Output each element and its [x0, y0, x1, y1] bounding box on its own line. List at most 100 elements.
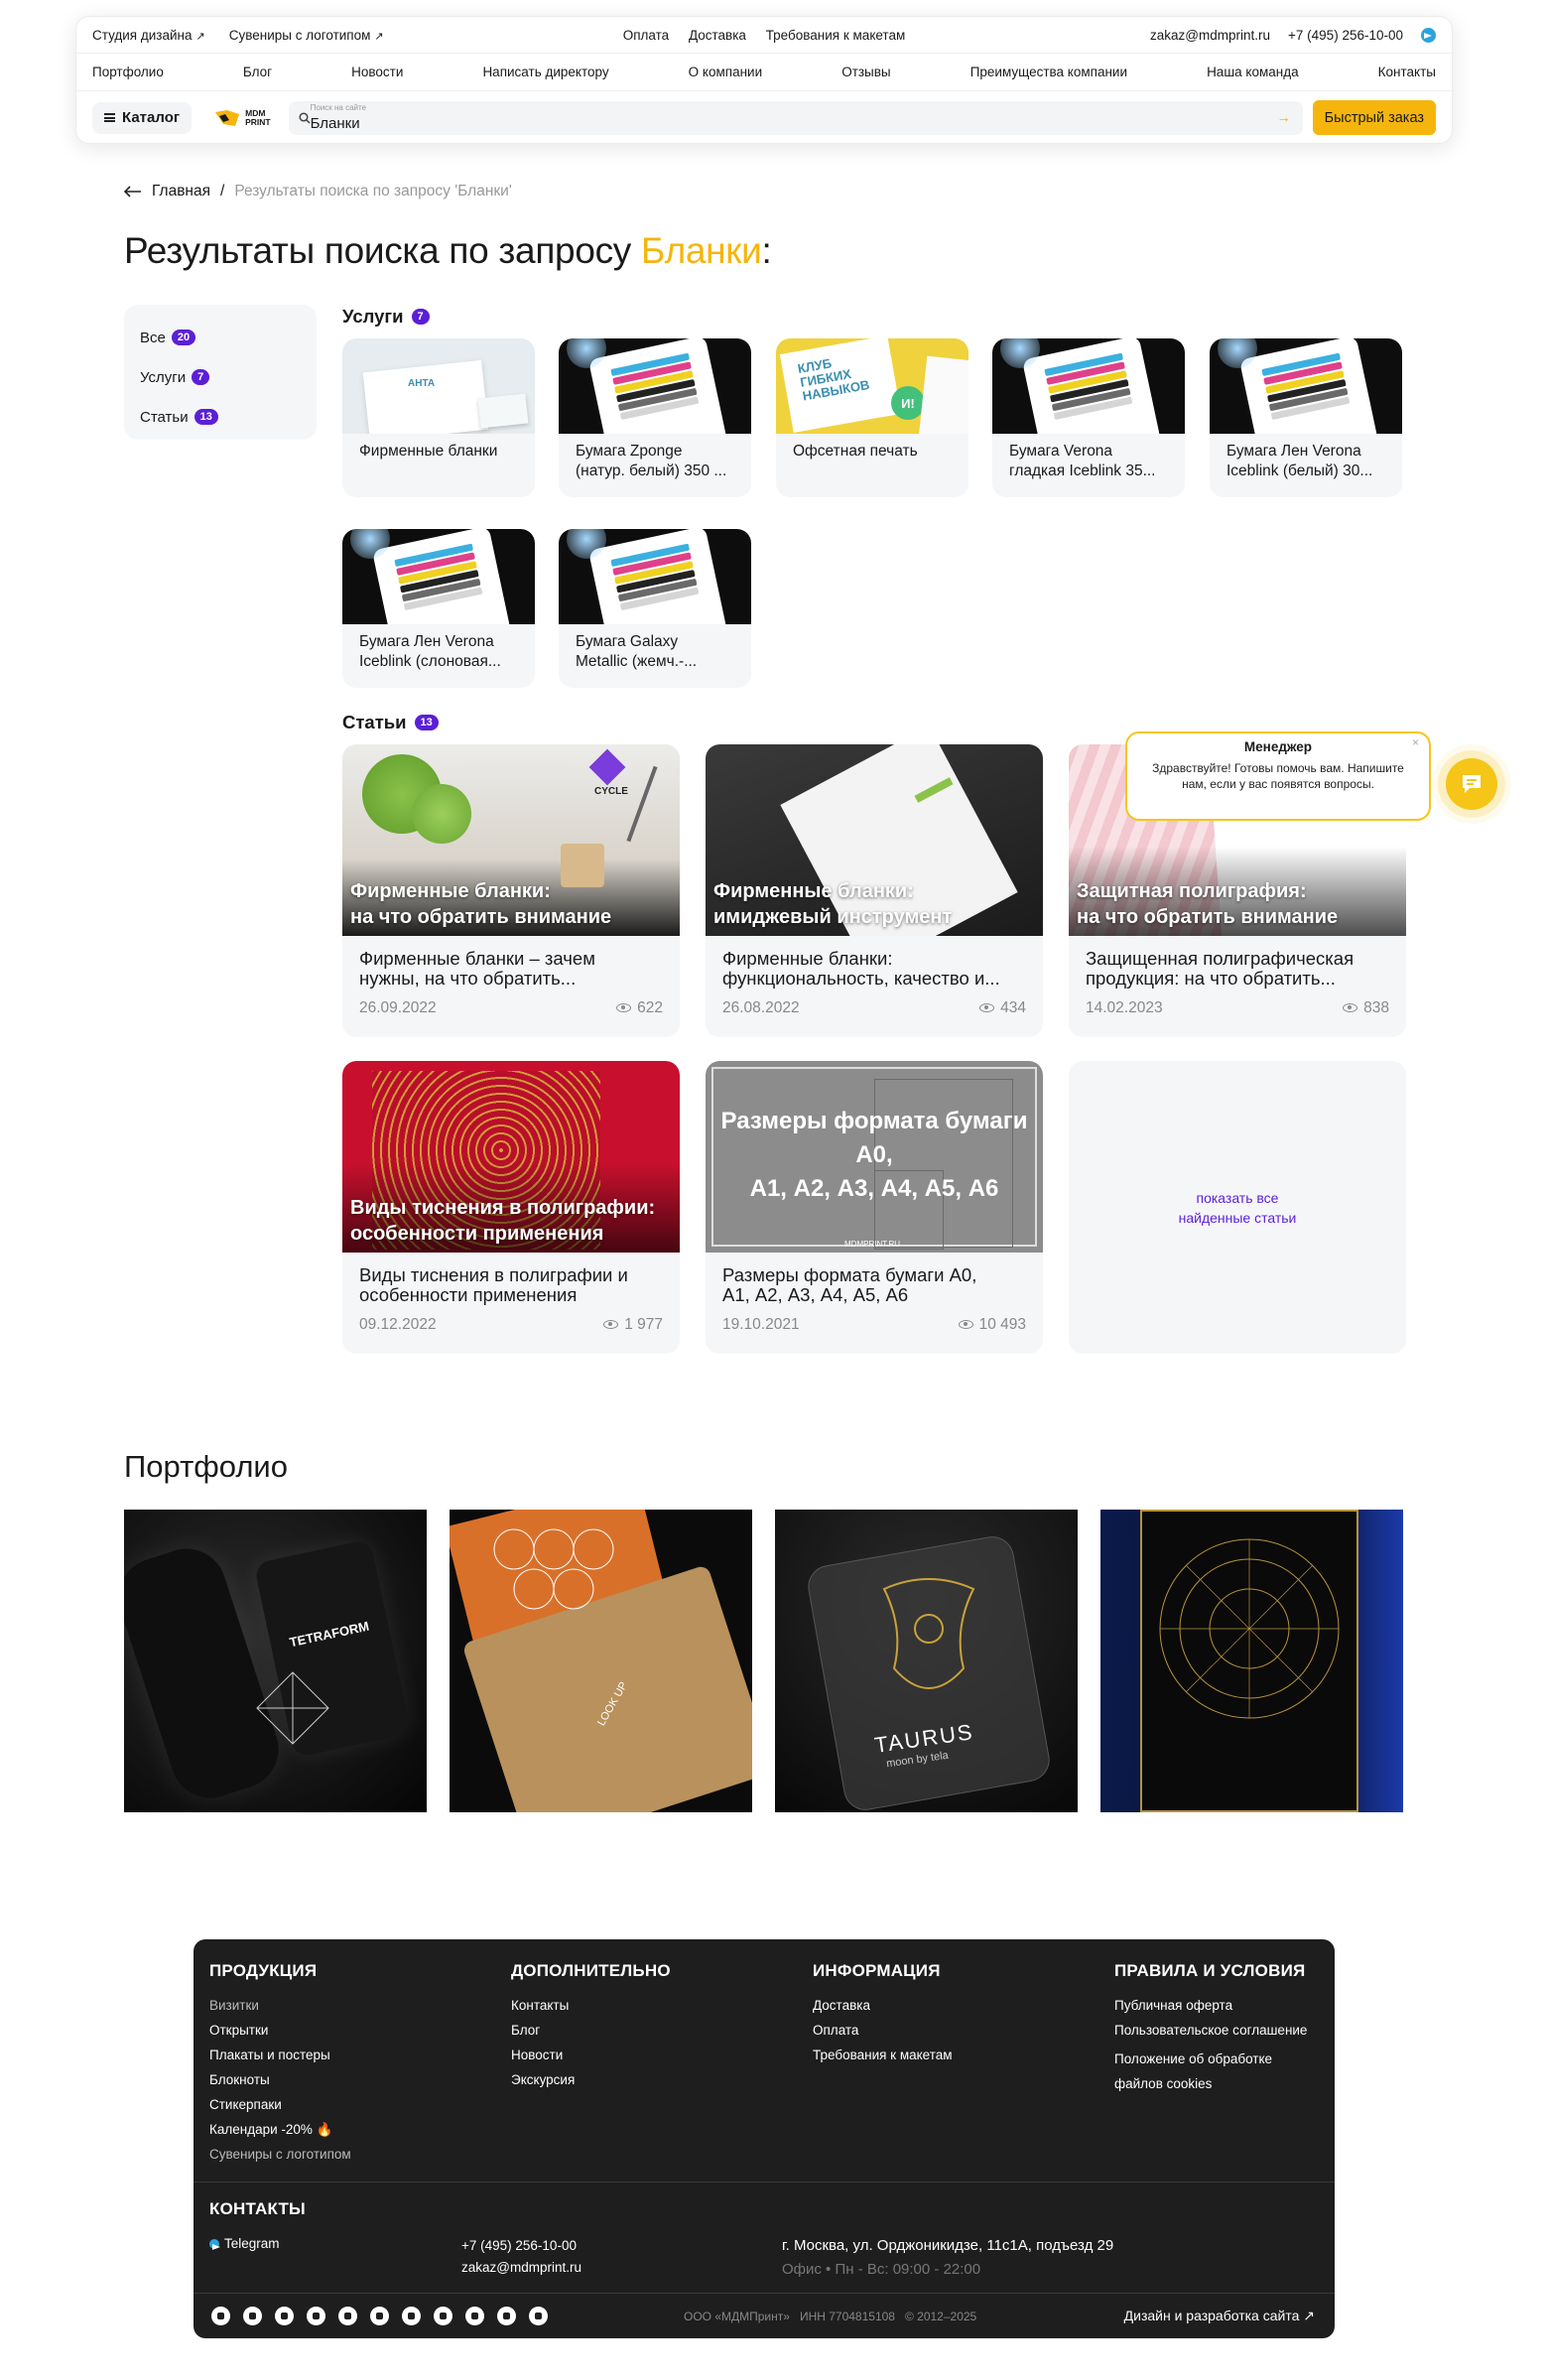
footer-link[interactable]: Экскурсия — [511, 2067, 671, 2092]
service-title: Бумага Verona гладкая Iceblink 35... — [1009, 443, 1156, 479]
nav-blog[interactable]: Блог — [243, 65, 272, 79]
service-card[interactable]: Бумага Лен Verona Iceblink (слоновая... — [342, 529, 535, 688]
footer-link[interactable]: Календари -20% 🔥 — [209, 2117, 351, 2142]
breadcrumb-home[interactable]: Главная — [152, 183, 210, 200]
eye-icon — [958, 1320, 973, 1330]
search-value[interactable]: Бланки — [311, 115, 360, 132]
footer-phone[interactable]: +7 (495) 256-10-00 — [461, 2235, 581, 2257]
telegram-icon[interactable] — [1421, 27, 1436, 43]
footer-link[interactable]: Доставка — [813, 1993, 953, 2018]
article-card[interactable]: Виды тиснения в полиграфии: особенности п… — [342, 1061, 680, 1354]
chat-button[interactable] — [1446, 758, 1497, 810]
search-input[interactable]: Поиск на сайте Бланки → — [288, 100, 1303, 135]
service-title: Офсетная печать — [793, 443, 918, 460]
developer-link[interactable]: Дизайн и разработка сайта ↗ — [1124, 2308, 1315, 2324]
social-links — [211, 2307, 548, 2325]
footer-phone-email: +7 (495) 256-10-00 zakaz@mdmprint.ru — [461, 2235, 581, 2279]
footer-link[interactable]: Положение об обработке файлов cookies — [1114, 2047, 1307, 2096]
search-submit-icon[interactable]: → — [1277, 109, 1291, 125]
footer-email[interactable]: zakaz@mdmprint.ru — [461, 2257, 581, 2279]
service-card[interactable]: Бумага Zponge (натур. белый) 350 ... — [559, 338, 751, 497]
article-views: 1 977 — [603, 1316, 663, 1334]
catalog-button[interactable]: Каталог — [92, 101, 193, 134]
article-date: 14.02.2023 — [1086, 999, 1163, 1016]
footer-link[interactable]: Визитки — [209, 1993, 351, 2018]
tiktok-icon[interactable] — [434, 2307, 452, 2325]
footer-contacts: Контакты Telegram — [209, 2199, 306, 2256]
header-top-row: Студия дизайна ↗ Сувениры с логотипом ↗ Оп… — [76, 17, 1452, 54]
behance-icon[interactable] — [465, 2307, 484, 2325]
eye-icon — [603, 1320, 619, 1330]
article-card[interactable]: Фирменные бланки: имиджевый инструмент Фи… — [706, 744, 1043, 1037]
delivery-link[interactable]: Доставка — [689, 28, 746, 43]
article-card[interactable]: Размеры формата бумаги А0, А1, А2, А3, А4… — [706, 1061, 1043, 1354]
portfolio-item[interactable]: TAURUS moon by tela — [775, 1510, 1078, 1812]
breadcrumb: Главная / Результаты поиска по запросу '… — [124, 183, 512, 200]
service-card[interactable]: Бумага Galaxy Metallic (жемч.-... — [559, 529, 751, 688]
nav-news[interactable]: Новости — [351, 65, 403, 79]
filter-all[interactable]: Все 20 — [140, 318, 301, 357]
eye-icon — [979, 1003, 995, 1013]
service-title: Фирменные бланки — [359, 443, 498, 460]
portfolio-item[interactable]: TETRAFORM — [124, 1510, 427, 1812]
nav-about[interactable]: О компании — [689, 65, 762, 79]
footer-link[interactable]: Оплата — [813, 2018, 953, 2043]
souvenirs-link[interactable]: Сувениры с логотипом ↗ — [229, 28, 384, 43]
footer-link[interactable]: Публичная оферта — [1114, 1993, 1307, 2018]
service-card[interactable]: КЛУБ ГИБКИХ НАВЫКОВ И! Офсетная печать — [776, 338, 968, 497]
telegram-social-icon[interactable] — [211, 2307, 230, 2325]
design-studio-link[interactable]: Студия дизайна ↗ — [92, 28, 205, 43]
rutube-icon[interactable] — [338, 2307, 357, 2325]
dzen-icon[interactable] — [370, 2307, 389, 2325]
phone-link[interactable]: +7 (495) 256-10-00 — [1288, 28, 1403, 43]
footer-link[interactable]: Стикерпаки — [209, 2092, 351, 2117]
nav-team[interactable]: Наша команда — [1207, 65, 1299, 79]
footer-link[interactable]: Плакаты и постеры — [209, 2043, 351, 2067]
footer-link[interactable]: Контакты — [511, 1993, 671, 2018]
payment-link[interactable]: Оплата — [623, 28, 669, 43]
filter-articles[interactable]: Статьи 13 — [140, 397, 301, 437]
chat-message: Здравствуйте! Готовы помочь вам. Напишит… — [1152, 761, 1404, 791]
footer-link[interactable]: Новости — [511, 2043, 671, 2067]
nav-portfolio[interactable]: Портфолио — [92, 65, 164, 79]
pinterest-icon[interactable] — [402, 2307, 421, 2325]
close-icon[interactable]: × — [1412, 735, 1419, 749]
service-card[interactable]: Бумага Verona гладкая Iceblink 35... — [992, 338, 1185, 497]
nav-contacts[interactable]: Контакты — [1378, 65, 1436, 79]
service-card[interactable]: АНТА Фирменные бланки — [342, 338, 535, 497]
telegram-icon — [209, 2239, 220, 2251]
youtube-icon[interactable] — [307, 2307, 325, 2325]
email-link[interactable]: zakaz@mdmprint.ru — [1150, 28, 1270, 43]
polyhedron-icon — [256, 1671, 329, 1745]
site-header: Студия дизайна ↗ Сувениры с логотипом ↗ Оп… — [75, 16, 1453, 144]
footer-col-products: Продукция Визитки Открытки Плакаты и пос… — [209, 1961, 351, 2167]
fast-order-button[interactable]: Быстрый заказ — [1312, 100, 1436, 135]
footer-link[interactable]: Требования к макетам — [813, 2043, 953, 2067]
vk-icon[interactable] — [243, 2307, 262, 2325]
article-card[interactable]: CYCLE Фирменные бланки: на что обратить в… — [342, 744, 680, 1037]
footer-link[interactable]: Блокноты — [209, 2067, 351, 2092]
article-views: 10 493 — [958, 1316, 1026, 1334]
nav-write-director[interactable]: Написать директору — [482, 65, 608, 79]
footer-telegram-link[interactable]: Telegram — [209, 2231, 306, 2256]
threads-icon[interactable] — [529, 2307, 548, 2325]
service-card[interactable]: Бумага Лен Verona Iceblink (белый) 30... — [1210, 338, 1402, 497]
article-image: Размеры формата бумаги А0, А1, А2, А3, А4… — [706, 1061, 1043, 1253]
filter-services[interactable]: Услуги 7 — [140, 357, 301, 397]
footer-link[interactable]: Блог — [511, 2018, 671, 2043]
dribbble-icon[interactable] — [497, 2307, 516, 2325]
article-date: 26.09.2022 — [359, 999, 437, 1016]
service-image — [342, 529, 535, 624]
nav-advantages[interactable]: Преимущества компании — [970, 65, 1127, 79]
show-all-articles-button[interactable]: показать все найденные статьи — [1069, 1061, 1406, 1354]
requirements-link[interactable]: Требования к макетам — [766, 28, 906, 43]
footer-link[interactable]: Пользовательское соглашение — [1114, 2018, 1307, 2043]
site-logo[interactable]: MDM PRINT — [213, 108, 271, 128]
footer-link[interactable]: Сувениры с логотипом — [209, 2142, 351, 2167]
portfolio-item[interactable]: LOOK UP — [450, 1510, 752, 1812]
portfolio-item[interactable] — [1100, 1510, 1403, 1812]
footer-legal: ООО «МДМПринт» ИНН 7704815108 © 2012–2025 — [684, 2310, 977, 2323]
footer-link[interactable]: Открытки — [209, 2018, 351, 2043]
ok-icon[interactable] — [275, 2307, 294, 2325]
nav-reviews[interactable]: Отзывы — [841, 65, 890, 79]
